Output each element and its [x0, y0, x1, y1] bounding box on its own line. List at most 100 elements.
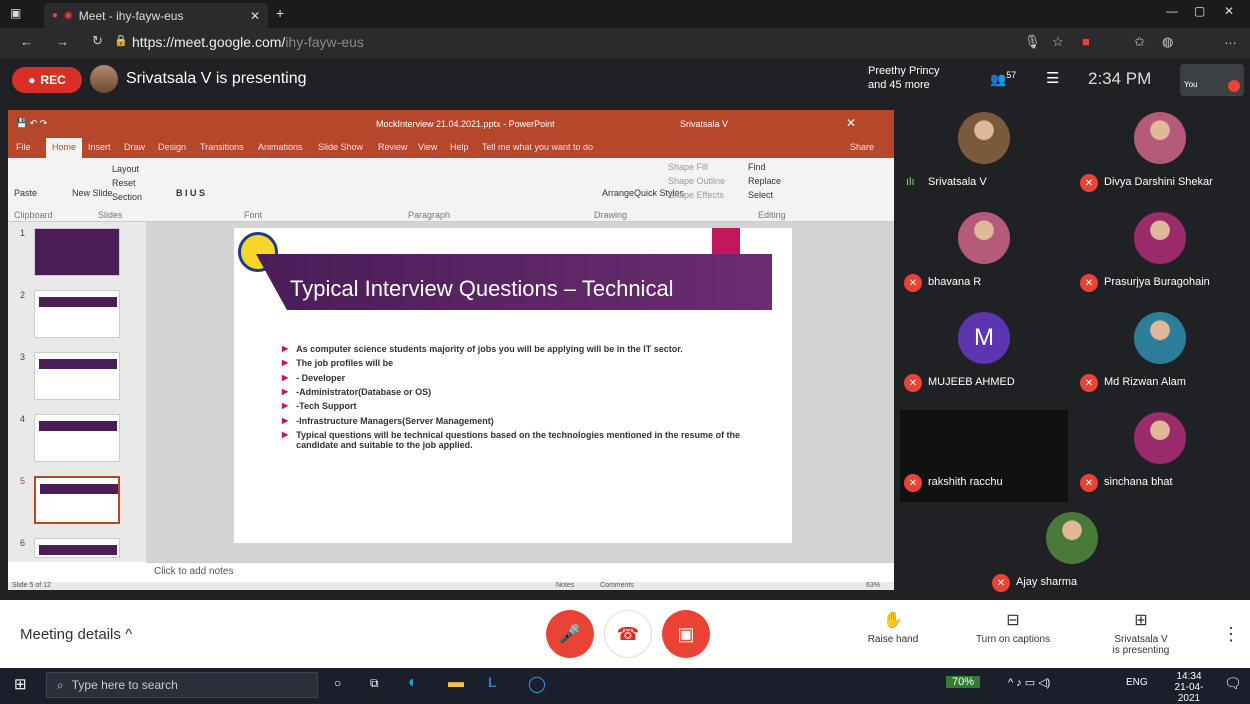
ppt-tab-insert[interactable]: Insert	[88, 142, 111, 152]
ppt-tab-draw[interactable]: Draw	[124, 142, 145, 152]
presenting-button[interactable]: ⊞ Srivatsala V is presenting	[1086, 610, 1196, 656]
close-tab-icon[interactable]: ✕	[250, 9, 260, 23]
ppt-tab-slideshow[interactable]: Slide Show	[318, 142, 363, 152]
status-notes[interactable]: Notes	[556, 582, 574, 589]
ribbon-shape-effects[interactable]: Shape Effects	[668, 190, 724, 200]
ppt-tab-design[interactable]: Design	[158, 142, 186, 152]
participant-tile[interactable]: ✕ sinchana bhat	[1076, 410, 1244, 502]
ribbon-layout[interactable]: Layout	[112, 164, 139, 174]
slide-thumbnail-5-selected[interactable]	[34, 476, 120, 524]
ribbon-replace[interactable]: Replace	[748, 176, 781, 186]
mic-permission-icon[interactable]: 🎙	[1024, 34, 1041, 50]
refresh-icon[interactable]: ↻	[92, 33, 103, 49]
task-view-icon[interactable]: ⧉	[370, 676, 379, 691]
participant-tile[interactable]: ✕ bhavana R	[900, 210, 1068, 302]
participant-tile[interactable]: ✕ Divya Darshini Shekar	[1076, 110, 1244, 202]
close-window-icon[interactable]: ✕	[1224, 4, 1234, 18]
ribbon-paste[interactable]: Paste	[14, 188, 37, 198]
edge-icon[interactable]: ◐	[408, 674, 418, 692]
ppt-tab-review[interactable]: Review	[378, 142, 408, 152]
ribbon-new-slide[interactable]: New Slide	[72, 188, 113, 198]
start-icon[interactable]: ⊞	[14, 675, 27, 693]
ribbon-section[interactable]: Section	[112, 192, 142, 202]
participants-summary[interactable]: Preethy Princy and 45 more	[868, 64, 940, 92]
current-slide[interactable]: Typical Interview Questions – Technical …	[234, 228, 792, 543]
participant-tile[interactable]: ✕ Md Rizwan Alam	[1076, 310, 1244, 402]
participant-tile[interactable]: ✕ rakshith racchu	[900, 410, 1068, 502]
slide-thumbnail-6[interactable]	[34, 538, 120, 558]
ribbon-font-buttons[interactable]: B I U S	[176, 188, 205, 198]
participant-name: Srivatsala V	[928, 176, 987, 188]
window-menu-icon[interactable]: ▣	[10, 6, 21, 20]
cortana-icon[interactable]: ○	[334, 676, 341, 690]
back-icon[interactable]: ←	[20, 34, 33, 49]
raise-hand-button[interactable]: ✋ Raise hand	[838, 610, 948, 645]
slide-thumbnail-4[interactable]	[34, 414, 120, 462]
people-icon: 👥	[990, 71, 1007, 87]
leave-call-button[interactable]: ☎	[604, 610, 652, 658]
file-explorer-icon[interactable]: ▬	[448, 674, 464, 692]
status-comments[interactable]: Comments	[600, 582, 634, 589]
url-field[interactable]: https://meet.google.com/ihy-fayw-eus	[132, 34, 364, 50]
minimize-icon[interactable]: —	[1166, 4, 1178, 18]
cortana-ring-icon[interactable]: ◯	[528, 674, 546, 694]
thumb-num-5: 5	[20, 476, 26, 486]
status-zoom[interactable]: 63%	[866, 582, 880, 589]
profile-icon[interactable]: ◍	[1162, 34, 1173, 50]
ppt-tab-home[interactable]: Home	[46, 138, 83, 158]
ppt-quick-access-icon[interactable]: 💾 ↶ ↷	[16, 118, 47, 129]
ppt-share[interactable]: Share	[850, 142, 874, 152]
chat-icon[interactable]: ☰	[1046, 69, 1059, 87]
ppt-tab-animations[interactable]: Animations	[258, 142, 303, 152]
battery-indicator[interactable]: 70%	[946, 676, 981, 688]
collections-icon[interactable]: ✩	[1134, 34, 1145, 50]
ppt-close-icon[interactable]: ✕	[846, 116, 856, 130]
ppt-tell-me[interactable]: Tell me what you want to do	[482, 142, 593, 152]
slide-thumbnail-1[interactable]	[34, 228, 120, 276]
favorite-icon[interactable]: ☆	[1052, 34, 1064, 50]
participant-tile[interactable]: M ✕ MUJEEB AHMED	[900, 310, 1068, 402]
taskbar-search[interactable]: ⌕ Type here to search	[46, 672, 318, 698]
clock-time: 2:34 PM	[1088, 69, 1152, 88]
ribbon-shape-outline[interactable]: Shape Outline	[668, 176, 725, 186]
browser-menu-icon[interactable]: …	[1224, 32, 1237, 47]
group-editing: Editing	[758, 210, 786, 220]
raise-hand-label: Raise hand	[867, 634, 919, 645]
forward-icon[interactable]: →	[56, 34, 69, 49]
browser-tab[interactable]: ● ◉ Meet - ihy-fayw-eus ✕	[44, 3, 268, 28]
ribbon-select[interactable]: Select	[748, 190, 773, 200]
notifications-icon[interactable]: 🗨	[1224, 675, 1242, 692]
new-tab-icon[interactable]: +	[276, 5, 284, 21]
people-button[interactable]: 👥57	[990, 70, 1016, 87]
slide-thumbnail-3[interactable]	[34, 352, 120, 400]
ppt-file-title: MockInterview 21.04.2021.pptx - PowerPoi…	[376, 119, 555, 129]
taskbar-clock[interactable]: 14:34 21-04-2021	[1164, 671, 1214, 704]
participant-tile[interactable]: ✕ Ajay sharma	[988, 510, 1156, 602]
captions-button[interactable]: ⊟ Turn on captions	[958, 610, 1068, 645]
ppt-tab-view[interactable]: View	[418, 142, 437, 152]
notes-pane[interactable]: Click to add notes	[146, 562, 894, 582]
ppt-tab-file[interactable]: File	[16, 142, 31, 152]
ppt-tab-transitions[interactable]: Transitions	[200, 142, 244, 152]
maximize-icon[interactable]: ▢	[1194, 4, 1205, 18]
meeting-details-button[interactable]: Meeting details ^	[20, 626, 132, 643]
participant-tile[interactable]: ✕ Prasurjya Buragohain	[1076, 210, 1244, 302]
participant-tile[interactable]: ılı Srivatsala V	[900, 110, 1068, 202]
ribbon-reset[interactable]: Reset	[112, 178, 136, 188]
recording-extension-icon[interactable]: ■	[1082, 34, 1090, 49]
language[interactable]: ENG	[1126, 677, 1148, 688]
ppt-tab-help[interactable]: Help	[450, 142, 469, 152]
camera-toggle-button[interactable]: ▣	[662, 610, 710, 658]
ribbon-shape-fill[interactable]: Shape Fill	[668, 162, 708, 172]
mic-toggle-button[interactable]: 🎤	[546, 610, 594, 658]
hand-icon: ✋	[883, 612, 903, 629]
slide-thumbnail-2[interactable]	[34, 290, 120, 338]
ribbon-arrange[interactable]: Arrange	[602, 188, 634, 198]
more-options-icon[interactable]: ⋮	[1222, 624, 1240, 645]
participant-avatar	[1046, 512, 1098, 564]
ribbon-find[interactable]: Find	[748, 162, 766, 172]
tray-icons[interactable]: ^ ♪ ▭ ◁)	[1008, 676, 1050, 689]
app-l-icon[interactable]: L	[488, 674, 497, 690]
slide-thumbnails: 1 2 3 4 5 6	[8, 222, 146, 562]
participant-avatar	[1134, 212, 1186, 264]
